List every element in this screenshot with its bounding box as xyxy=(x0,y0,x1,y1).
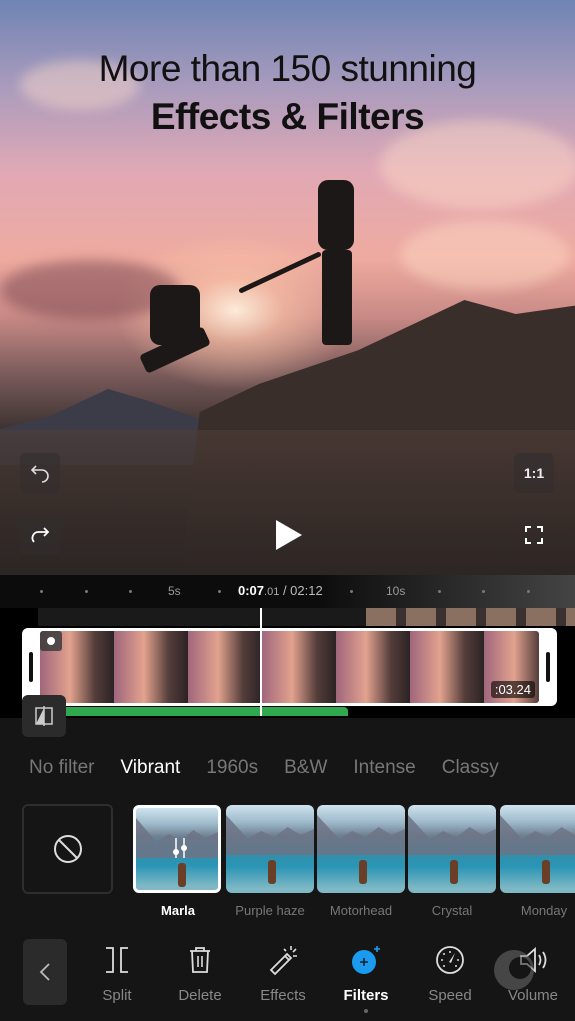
filter-label-crystal: Crystal xyxy=(431,903,473,918)
back-button[interactable] xyxy=(23,939,67,1005)
clip-frames xyxy=(40,631,539,703)
headline-line1: More than 150 stunning xyxy=(98,48,477,89)
speedometer-icon xyxy=(436,946,464,974)
magic-wand-icon xyxy=(269,946,297,976)
prohibited-icon xyxy=(53,835,82,863)
ruler-dot xyxy=(40,590,43,593)
clip-trim-handle-left[interactable] xyxy=(29,652,33,682)
timeline[interactable]: :03.24 xyxy=(0,608,575,718)
ruler-tick-5s: 5s xyxy=(168,584,181,598)
trash-icon xyxy=(190,947,210,973)
no-filter-button[interactable] xyxy=(22,804,113,894)
tool-filters[interactable]: Filters xyxy=(326,943,406,1013)
thumb-mountains xyxy=(226,815,314,855)
current-time: 0:07 xyxy=(238,583,265,598)
promo-headline: More than 150 stunning Effects & Filters xyxy=(0,48,575,138)
undo-icon xyxy=(30,465,49,483)
cloud xyxy=(400,220,570,290)
thumb-mountains xyxy=(500,815,575,855)
ruler-dot xyxy=(129,590,132,593)
thumb-person xyxy=(542,860,550,884)
total-time: / 02:12 xyxy=(279,583,323,598)
secondary-track xyxy=(38,608,575,626)
play-icon[interactable] xyxy=(276,520,302,550)
filter-thumb-motorhead[interactable] xyxy=(317,805,405,893)
filter-label-marla: Marla xyxy=(161,903,195,918)
filter-label-monday: Monday xyxy=(520,903,568,918)
tool-effects[interactable]: Effects xyxy=(243,943,323,1004)
thumb-person xyxy=(268,860,276,884)
filters-icon xyxy=(352,946,380,974)
compare-toggle-button[interactable] xyxy=(22,695,66,737)
tool-label: Delete xyxy=(178,987,222,1004)
filter-thumb-purple-haze[interactable] xyxy=(226,805,314,893)
tab-1960s[interactable]: 1960s xyxy=(206,748,258,788)
tool-label: Split xyxy=(102,987,132,1004)
tab-intense[interactable]: Intense xyxy=(353,748,415,788)
grass xyxy=(0,430,575,575)
chevron-left-icon xyxy=(39,963,50,981)
filter-thumb-marla[interactable] xyxy=(133,805,221,893)
split-icon xyxy=(106,947,128,973)
thumb-person xyxy=(359,860,367,884)
tool-split[interactable]: Split xyxy=(77,943,157,1004)
current-time-ms: .01 xyxy=(264,586,280,598)
hiker-silhouette xyxy=(322,250,352,345)
tab-classy[interactable]: Classy xyxy=(442,748,499,788)
fullscreen-icon xyxy=(525,526,543,544)
ruler-dot xyxy=(438,590,441,593)
redo-icon xyxy=(31,527,50,543)
undo-button[interactable] xyxy=(20,453,60,493)
selected-clip[interactable]: :03.24 xyxy=(22,628,557,706)
ruler-dot xyxy=(85,590,88,593)
track-thumbnails xyxy=(366,608,575,626)
redo-button[interactable] xyxy=(20,515,60,555)
thumb-person xyxy=(450,860,458,884)
thumb-person xyxy=(178,863,186,887)
compare-icon xyxy=(35,706,53,726)
watermark-logo xyxy=(482,942,562,1012)
ruler-dot xyxy=(218,590,221,593)
filter-label-purple-haze: Purple haze xyxy=(235,903,305,918)
filter-thumb-crystal[interactable] xyxy=(408,805,496,893)
thumb-mountains xyxy=(317,815,405,855)
ruler-dot xyxy=(527,590,530,593)
ruler-dot xyxy=(350,590,353,593)
thumb-mountains xyxy=(408,815,496,855)
playhead[interactable] xyxy=(260,608,262,716)
ruler-dot xyxy=(482,590,485,593)
aspect-ratio-button[interactable]: 1:1 xyxy=(514,453,554,493)
filter-label-motorhead: Motorhead xyxy=(329,903,393,918)
hiker-silhouette xyxy=(318,180,354,250)
filter-category-tabs[interactable]: No filter Vibrant 1960s B&W Intense Clas… xyxy=(0,748,575,788)
filter-badge-icon xyxy=(47,637,55,645)
tab-bw[interactable]: B&W xyxy=(284,748,327,788)
clip-trim-handle-right[interactable] xyxy=(546,652,550,682)
clip-duration: :03.24 xyxy=(490,681,535,698)
hiker-arms xyxy=(238,251,322,294)
playback-time: 0:07.01 / 02:12 xyxy=(238,583,323,598)
ruler-tick-10s: 10s xyxy=(386,584,406,598)
audio-track[interactable] xyxy=(58,707,348,716)
filter-thumb-monday[interactable] xyxy=(500,805,575,893)
video-preview[interactable]: More than 150 stunning Effects & Filters… xyxy=(0,0,575,575)
tool-label: Filters xyxy=(343,987,389,1004)
headline-line2: Effects & Filters xyxy=(150,96,425,137)
active-indicator-dot xyxy=(364,1009,368,1013)
tool-speed[interactable]: Speed xyxy=(410,943,490,1004)
tool-label: Effects xyxy=(260,987,306,1004)
watermark-icon xyxy=(494,950,534,990)
adjust-sliders-icon xyxy=(173,838,187,858)
tool-label: Speed xyxy=(428,987,472,1004)
tab-no-filter[interactable]: No filter xyxy=(29,748,94,788)
tab-vibrant[interactable]: Vibrant xyxy=(120,748,180,788)
time-ruler[interactable]: 5s 0:07.01 / 02:12 10s xyxy=(0,575,575,608)
fullscreen-button[interactable] xyxy=(514,515,554,555)
clip-filter-badge xyxy=(40,631,62,651)
tool-delete[interactable]: Delete xyxy=(160,943,240,1004)
